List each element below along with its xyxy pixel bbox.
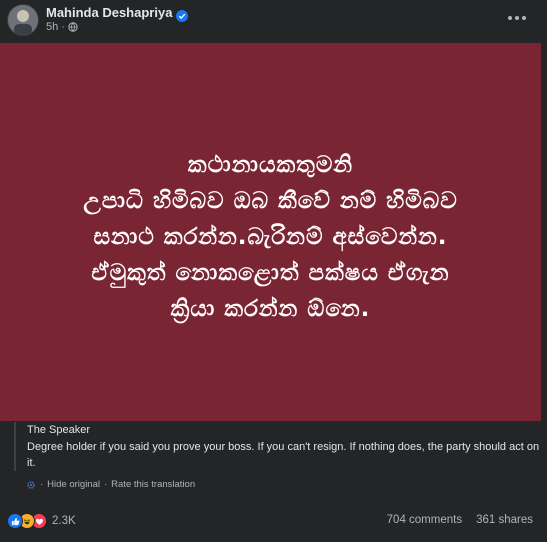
translation-text: Degree holder if you said you prove your… [27, 441, 540, 469]
reaction-count[interactable]: 2.3K [52, 515, 76, 527]
author-row: Mahinda Deshapriya [46, 5, 189, 22]
reaction-icons [7, 513, 47, 529]
meta-separator: · [61, 21, 65, 33]
facebook-post: Mahinda Deshapriya 5h · කථානායකතුමනි උපා… [0, 0, 547, 542]
post-timestamp[interactable]: 5h [46, 21, 58, 33]
like-icon [7, 513, 23, 529]
rate-translation-link[interactable]: Rate this translation [111, 479, 195, 490]
globe-icon [68, 22, 78, 32]
link-separator: · [103, 479, 108, 490]
translate-icon [26, 480, 36, 490]
post-stats: 704 comments 361 shares [387, 514, 533, 526]
comments-count[interactable]: 704 comments [387, 514, 462, 526]
reactions-summary[interactable]: 2.3K [7, 513, 76, 529]
more-options-icon[interactable] [505, 8, 529, 28]
verified-badge-icon [176, 7, 189, 22]
post-header: Mahinda Deshapriya 5h · [0, 0, 547, 40]
hide-original-link[interactable]: Hide original [47, 479, 100, 490]
post-image[interactable]: කථානායකතුමනි උපාධි හිමිබව ඔබ කීවේ නම් හි… [0, 43, 541, 421]
translation-title: The Speaker [27, 424, 90, 436]
shares-count[interactable]: 361 shares [476, 514, 533, 526]
link-separator-lead: · [40, 479, 44, 490]
post-meta: 5h · [46, 21, 78, 33]
author-avatar[interactable] [7, 4, 39, 36]
author-name[interactable]: Mahinda Deshapriya [46, 5, 172, 20]
post-image-text: කථානායකතුමනි උපාධි හිමිබව ඔබ කීවේ නම් හි… [83, 152, 458, 322]
translation-block: The Speaker Degree holder if you said yo… [14, 422, 547, 471]
translation-links: · Hide original · Rate this translation [26, 479, 195, 490]
